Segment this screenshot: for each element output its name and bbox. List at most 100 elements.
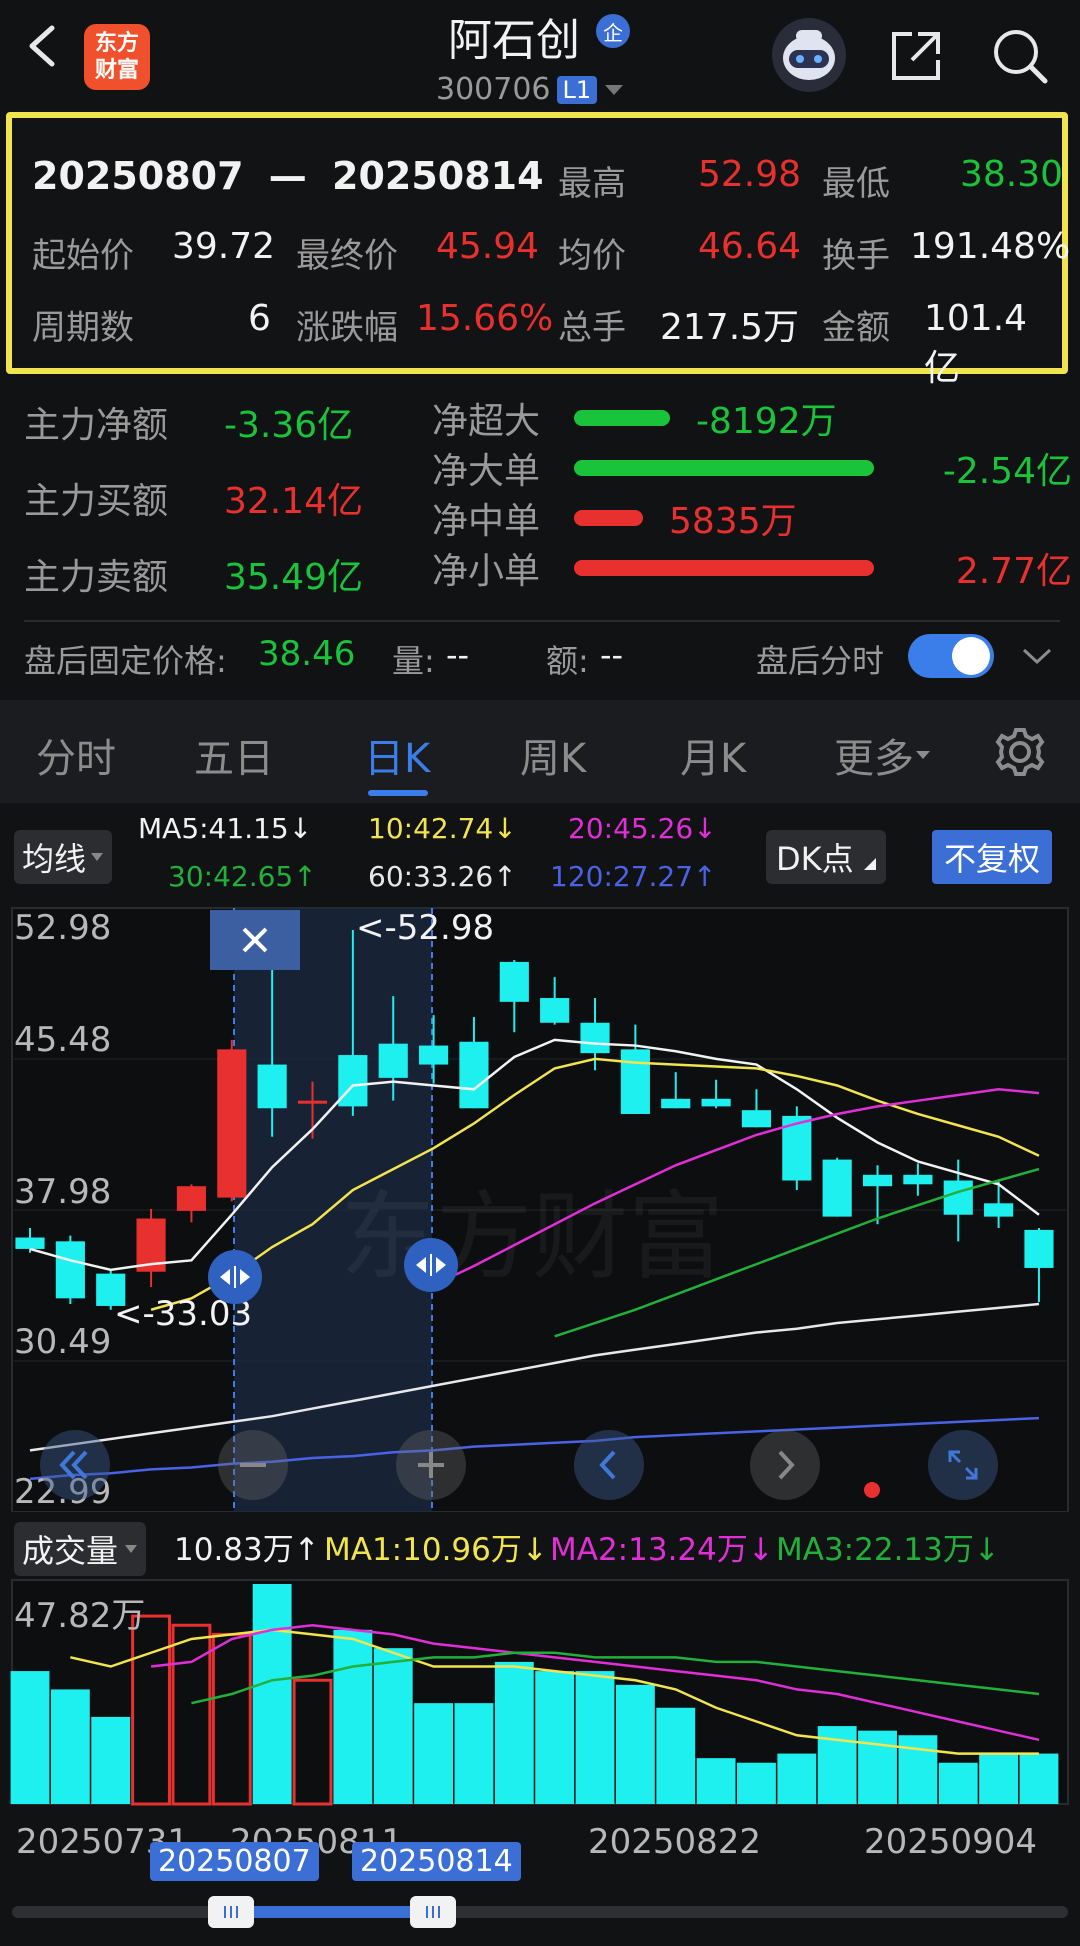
- ma120-value: 120:27.27↑: [550, 860, 717, 893]
- volume-bar: [696, 1758, 736, 1804]
- y-tick: 37.98: [14, 1172, 112, 1212]
- caret-down-icon: [91, 853, 104, 861]
- period-tab-bar: 分时 五日 日K 周K 月K 更多: [0, 700, 1080, 803]
- candle-body: [540, 998, 570, 1023]
- y-tick: 45.48: [14, 1020, 112, 1060]
- after-hours-price: 38.46: [258, 634, 356, 674]
- after-hours-vol: --: [446, 636, 470, 674]
- chevron-left-icon: [29, 25, 55, 67]
- caret-down-icon: [125, 1545, 138, 1553]
- after-hours-amt: --: [600, 636, 624, 674]
- candle-body: [661, 1098, 691, 1109]
- candle-body: [419, 1045, 449, 1065]
- periods-value: 6: [248, 298, 271, 339]
- tab-more-label: 更多: [834, 736, 914, 782]
- volume-chart[interactable]: [0, 1572, 1080, 1808]
- selection-start-badge: 20250807: [150, 1842, 319, 1881]
- range-handle-right[interactable]: [404, 1238, 458, 1292]
- toggle-knob: [952, 637, 990, 675]
- candle-body: [297, 1100, 328, 1104]
- flow-row-medium: 净中单 5835万: [432, 490, 1072, 542]
- volume-bar: [656, 1707, 696, 1804]
- volume-indicator-selector[interactable]: 成交量: [14, 1522, 147, 1576]
- gear-icon[interactable]: [992, 724, 1048, 780]
- order-flow-list: 净超大 -8192万 净大单 -2.54亿 净中单 5835万 净小单 2.77…: [432, 390, 1072, 600]
- back-button[interactable]: [18, 22, 66, 70]
- volume-bar: [414, 1703, 454, 1804]
- amount-label: 金额: [822, 308, 890, 348]
- ma-selector[interactable]: 均线: [14, 830, 113, 884]
- fullscreen-button[interactable]: [928, 1430, 998, 1500]
- close-icon: [242, 927, 268, 953]
- volume-bar: [91, 1716, 131, 1804]
- after-hours-toggle[interactable]: [908, 634, 994, 678]
- ma-selector-label: 均线: [22, 840, 87, 878]
- volume-bar: [938, 1762, 978, 1804]
- share-icon: [892, 32, 940, 80]
- turnover-label: 换手: [822, 236, 890, 276]
- tab-intraday[interactable]: 分时: [36, 726, 116, 784]
- main-sell-label: 主力卖额: [24, 557, 169, 598]
- close-selection-button[interactable]: [210, 910, 300, 970]
- tab-five-day[interactable]: 五日: [194, 726, 274, 784]
- flow-label: 净超大: [432, 401, 541, 442]
- share-button[interactable]: [888, 28, 944, 84]
- rewind-button[interactable]: [40, 1430, 110, 1500]
- range-handle-left[interactable]: [208, 1250, 262, 1304]
- main-buy-value: 32.14亿: [224, 481, 364, 522]
- main-net-label: 主力净额: [24, 405, 169, 446]
- volume-bar: [535, 1671, 575, 1804]
- flow-row-large: 净大单 -2.54亿: [432, 440, 1072, 492]
- stock-name: 阿石创: [448, 15, 580, 66]
- notification-dot: [864, 1482, 880, 1498]
- chevron-right-icon: [778, 1450, 795, 1480]
- step-forward-button[interactable]: [750, 1430, 820, 1500]
- app-logo: 东方 财富: [84, 24, 150, 90]
- zoom-in-button[interactable]: [396, 1430, 466, 1500]
- flow-label: 净小单: [432, 551, 541, 592]
- kline-chart[interactable]: 东方财富: [0, 900, 1080, 1512]
- flow-value: -8192万: [696, 401, 837, 442]
- after-hours-vol-label: 量:: [392, 642, 435, 680]
- robot-assistant-icon[interactable]: [772, 18, 846, 92]
- main-net-value: -3.36亿: [224, 405, 354, 446]
- stock-code-row[interactable]: 300706 L1: [436, 72, 625, 107]
- adjust-button[interactable]: 不复权: [932, 830, 1053, 884]
- divider: [24, 620, 1060, 622]
- ma20-value: 20:45.26↓: [568, 812, 717, 845]
- drag-handle-icon: [220, 1266, 250, 1288]
- double-chevron-left-icon: [59, 1450, 88, 1480]
- range-slider-handle-left[interactable]: [208, 1896, 254, 1928]
- range-sep: —: [268, 154, 307, 198]
- step-back-button[interactable]: [574, 1430, 644, 1500]
- search-button[interactable]: [990, 26, 1050, 86]
- active-tab-underline: [368, 790, 428, 796]
- tab-monthly-k[interactable]: 月K: [680, 726, 746, 784]
- dk-point-button[interactable]: DK点: [766, 830, 886, 884]
- candle-body: [580, 1022, 610, 1054]
- zoom-out-button[interactable]: [218, 1430, 288, 1500]
- flow-bar: [574, 560, 874, 576]
- tab-daily-k[interactable]: 日K: [364, 726, 430, 784]
- range-slider-handle-right[interactable]: [410, 1896, 456, 1928]
- max-marker: <-52.98: [356, 908, 495, 948]
- range-summary-panel: 20250807 — 20250814 最高 52.98 最低 38.30 起始…: [6, 112, 1071, 389]
- main-sell-value: 35.49亿: [224, 557, 364, 598]
- corner-arrow-icon: [863, 858, 876, 870]
- tab-weekly-k[interactable]: 周K: [520, 726, 586, 784]
- dk-point-label: DK点: [776, 840, 854, 878]
- range-slider-track[interactable]: [12, 1906, 1068, 1918]
- low-value: 38.30: [960, 154, 1064, 195]
- volume-max-label: 47.82万: [14, 1596, 146, 1636]
- flow-value: -2.54亿: [942, 451, 1072, 492]
- main-buy-label: 主力买额: [24, 481, 169, 522]
- after-hours-amt-label: 额:: [546, 642, 589, 680]
- candle-body: [741, 1110, 772, 1128]
- low-label: 最低: [822, 164, 890, 204]
- chevron-down-icon[interactable]: [1020, 644, 1054, 668]
- caret-down-icon: [916, 751, 930, 759]
- expand-icon: [948, 1450, 978, 1480]
- tab-more[interactable]: 更多: [834, 726, 932, 784]
- turnover-value: 191.48%: [910, 226, 1071, 267]
- flow-bar: [574, 510, 643, 526]
